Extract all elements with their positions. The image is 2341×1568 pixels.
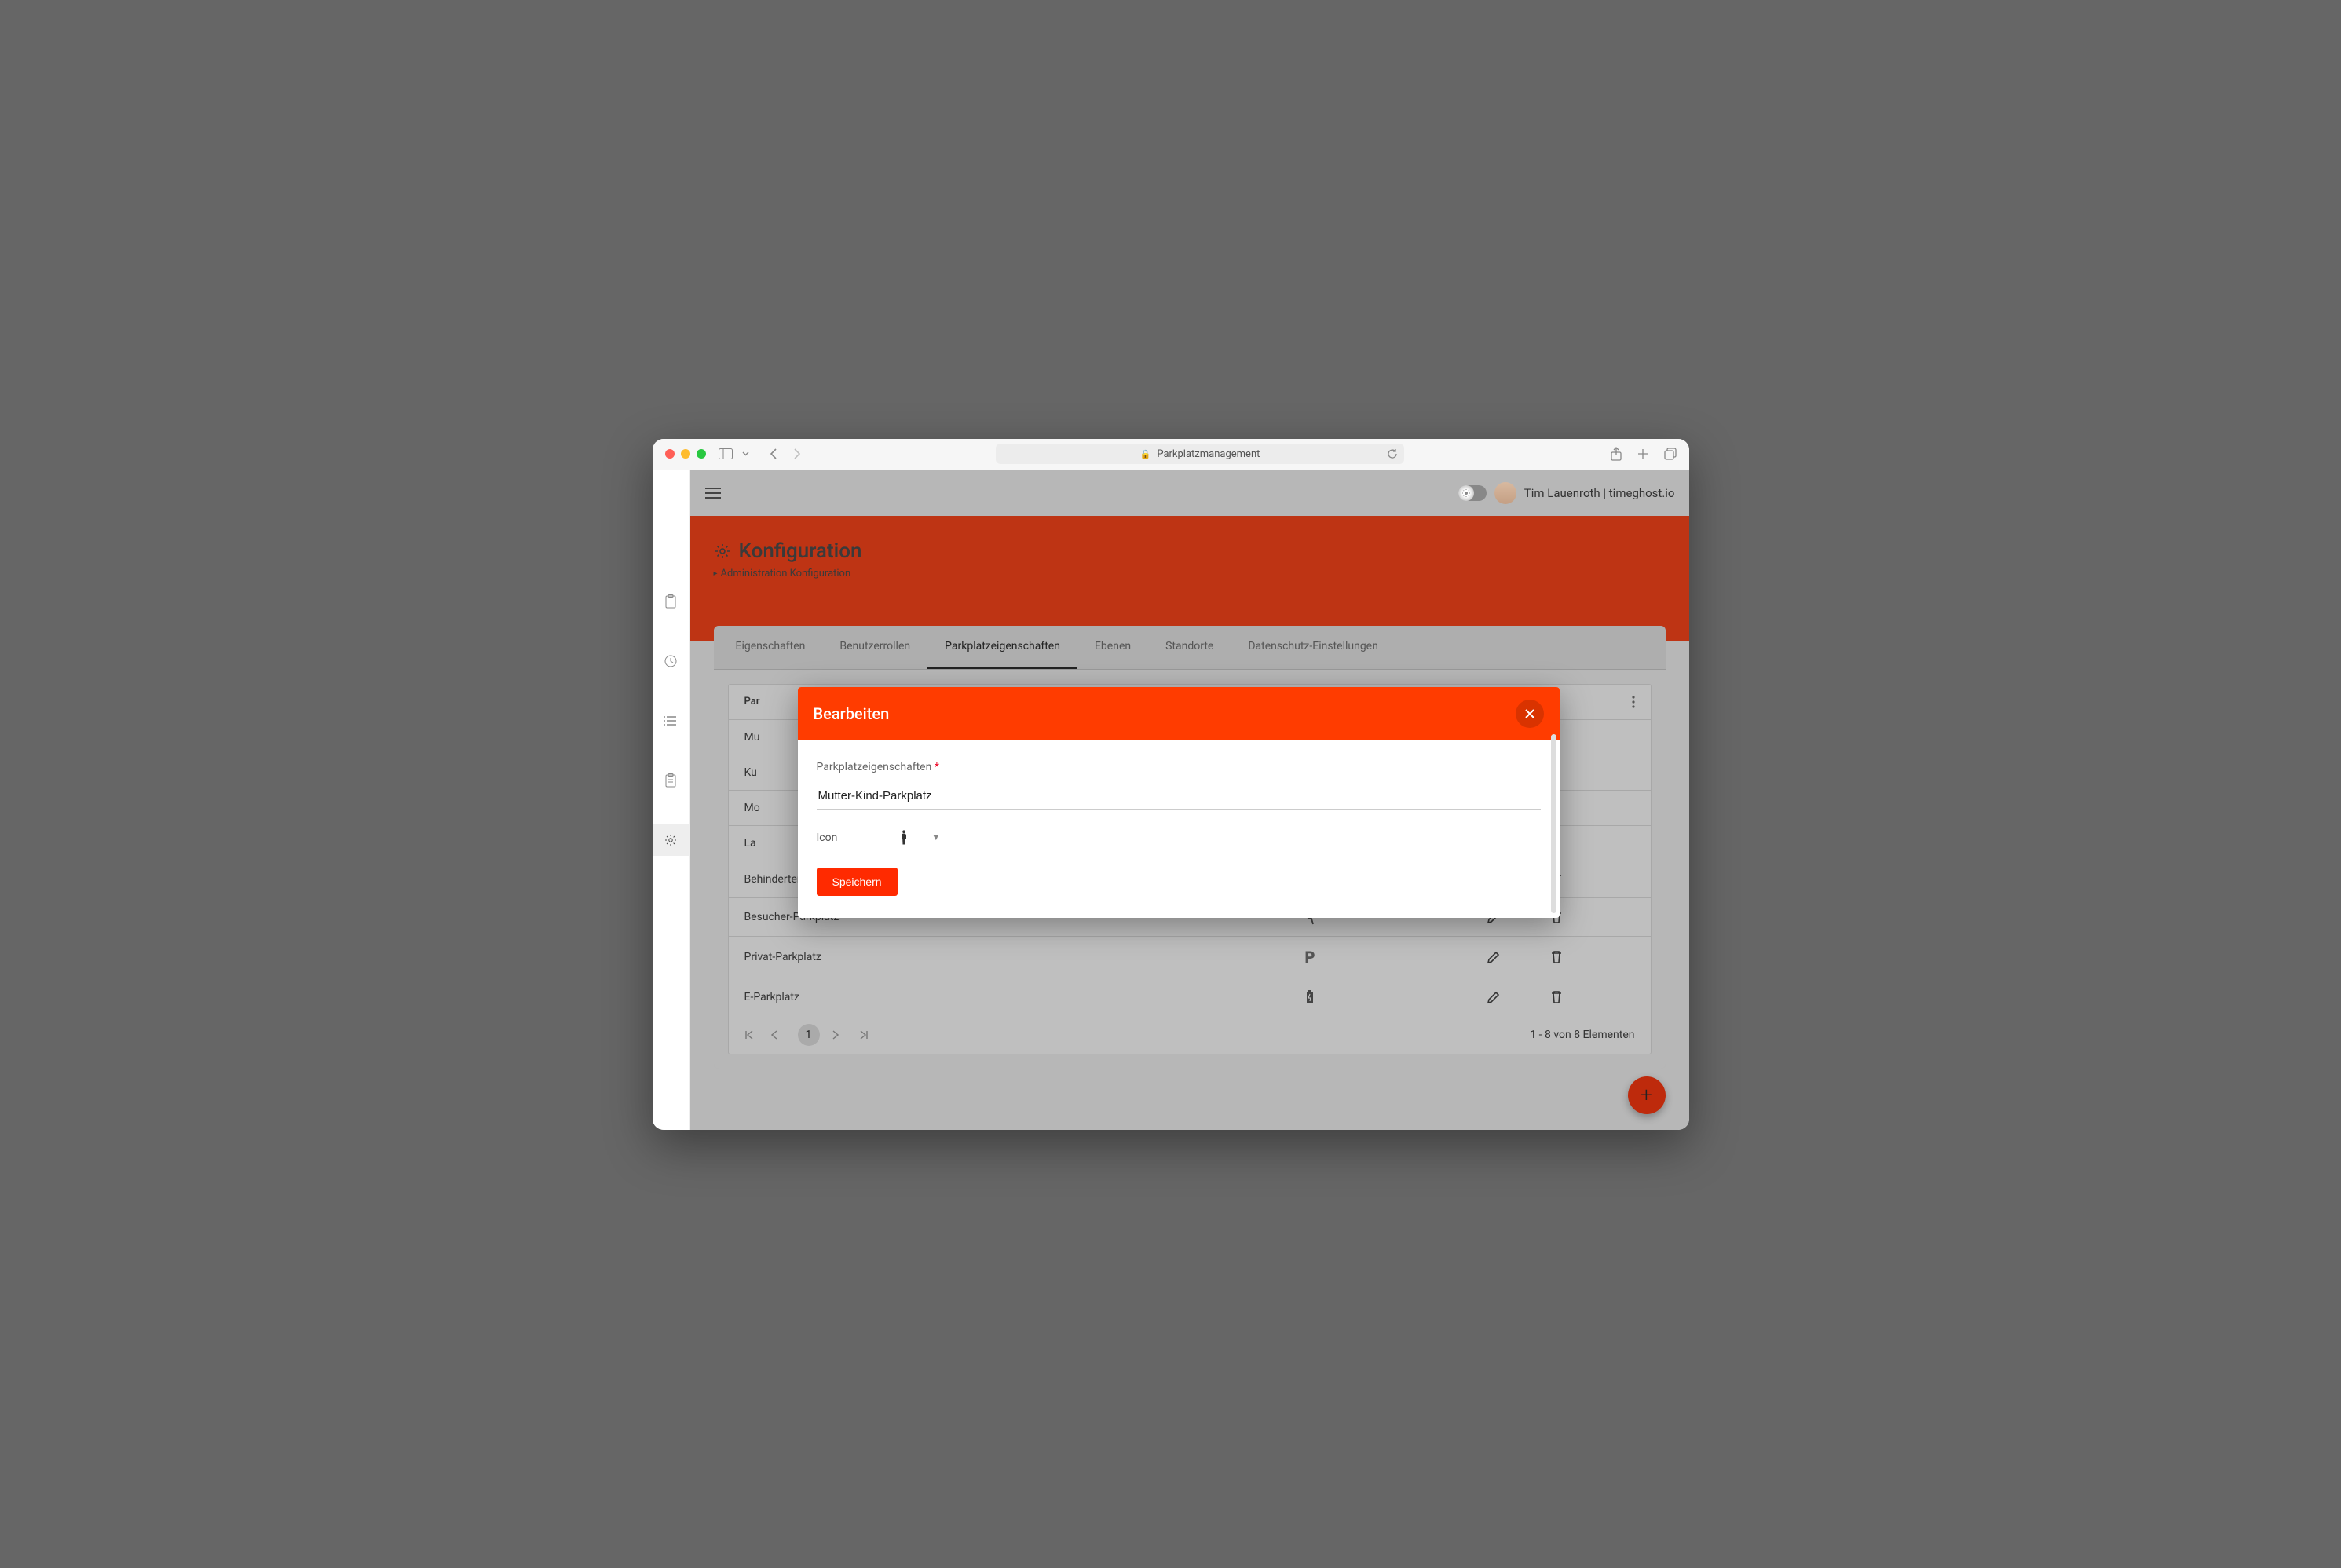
row-name: Privat-Parkplatz: [744, 951, 1305, 963]
new-tab-button[interactable]: [1637, 447, 1648, 461]
rail-item-tasks[interactable]: [653, 765, 690, 796]
field-label: Parkplatzeigenschaften *: [817, 761, 1541, 773]
tab-datenschutz[interactable]: Datenschutz-Einstellungen: [1231, 626, 1395, 669]
share-button[interactable]: [1611, 447, 1622, 461]
pager-summary: 1 - 8 von 8 Elementen: [1530, 1029, 1634, 1041]
topbar: Tim Lauenroth | timeghost.io: [690, 470, 1689, 516]
maximize-window-button[interactable]: [697, 449, 706, 459]
nav-forward-button[interactable]: [792, 448, 801, 460]
icon-select[interactable]: ▼: [900, 830, 940, 846]
tab-eigenschaften[interactable]: Eigenschaften: [719, 626, 823, 669]
icon-select-label: Icon: [817, 832, 838, 844]
breadcrumb[interactable]: Administration Konfiguration: [714, 568, 1666, 579]
close-window-button[interactable]: [665, 449, 675, 459]
table-pager: 1 1 - 8 von 8 Elementen: [729, 1016, 1651, 1054]
lock-icon: 🔒: [1140, 449, 1151, 459]
address-text: Parkplatzmanagement: [1157, 448, 1260, 460]
reload-button[interactable]: [1387, 448, 1398, 459]
dialog-title: Bearbeiten: [814, 704, 890, 723]
table-more-button[interactable]: [1632, 696, 1635, 708]
pager-next[interactable]: [832, 1030, 847, 1040]
rail-item-settings[interactable]: [653, 824, 690, 856]
tab-ebenen[interactable]: Ebenen: [1077, 626, 1148, 669]
rail-item-clipboard[interactable]: [653, 586, 690, 617]
user-label: Tim Lauenroth | timeghost.io: [1524, 486, 1675, 500]
window-controls: [665, 449, 706, 459]
tab-benutzerrollen[interactable]: Benutzerrollen: [822, 626, 927, 669]
gear-icon: [714, 543, 731, 560]
edit-button[interactable]: [1462, 990, 1525, 1004]
delete-button[interactable]: [1525, 950, 1588, 964]
dialog-scrollbar[interactable]: [1551, 734, 1556, 913]
person-icon: [900, 830, 908, 846]
page-header: Konfiguration Administration Konfigurati…: [690, 516, 1689, 641]
main-area: Tim Lauenroth | timeghost.io Konfigurati…: [690, 470, 1689, 1130]
minimize-window-button[interactable]: [681, 449, 690, 459]
pager-prev[interactable]: [771, 1030, 785, 1040]
rail-item-history[interactable]: [653, 645, 690, 677]
pager-last[interactable]: [859, 1030, 873, 1040]
sun-icon: [1458, 485, 1474, 501]
row-name: E-Parkplatz: [744, 991, 1305, 1003]
nav-back-button[interactable]: [770, 448, 778, 460]
fab-add-button[interactable]: +: [1628, 1076, 1666, 1114]
menu-button[interactable]: [704, 487, 722, 499]
page-title: Konfiguration: [739, 539, 862, 563]
property-name-input[interactable]: [817, 781, 1541, 810]
letter-p-icon: P: [1305, 948, 1462, 967]
browser-titlebar: 🔒 Parkplatzmanagement: [653, 439, 1689, 470]
tab-parkplatzeigenschaften[interactable]: Parkplatzeigenschaften: [927, 626, 1077, 669]
edit-button[interactable]: [1462, 950, 1525, 964]
table-row: E-Parkplatz: [729, 978, 1651, 1016]
address-bar[interactable]: 🔒 Parkplatzmanagement: [996, 444, 1404, 464]
dialog-close-button[interactable]: [1516, 700, 1544, 728]
save-button[interactable]: Speichern: [817, 868, 898, 896]
pager-first[interactable]: [744, 1030, 759, 1040]
tab-standorte[interactable]: Standorte: [1148, 626, 1231, 669]
pager-current[interactable]: 1: [798, 1024, 820, 1046]
rail-item-list[interactable]: [653, 705, 690, 736]
app-window: 🔒 Parkplatzmanagement: [653, 439, 1689, 1130]
tabs-overview-button[interactable]: [1664, 447, 1677, 461]
battery-icon: [1305, 989, 1462, 1005]
table-row: Privat-Parkplatz P: [729, 937, 1651, 978]
left-nav-rail: [653, 470, 690, 1130]
theme-toggle[interactable]: [1458, 485, 1487, 501]
tab-bar: Eigenschaften Benutzerrollen Parkplatzei…: [714, 626, 1666, 670]
chevron-down-icon: ▼: [931, 832, 940, 842]
sidebar-dropdown-icon[interactable]: [742, 451, 749, 456]
edit-dialog: Bearbeiten Parkplatzeigenschaften * Icon: [798, 687, 1560, 918]
delete-button[interactable]: [1525, 990, 1588, 1004]
toggle-sidebar-button[interactable]: [719, 448, 733, 459]
avatar[interactable]: [1494, 482, 1516, 504]
